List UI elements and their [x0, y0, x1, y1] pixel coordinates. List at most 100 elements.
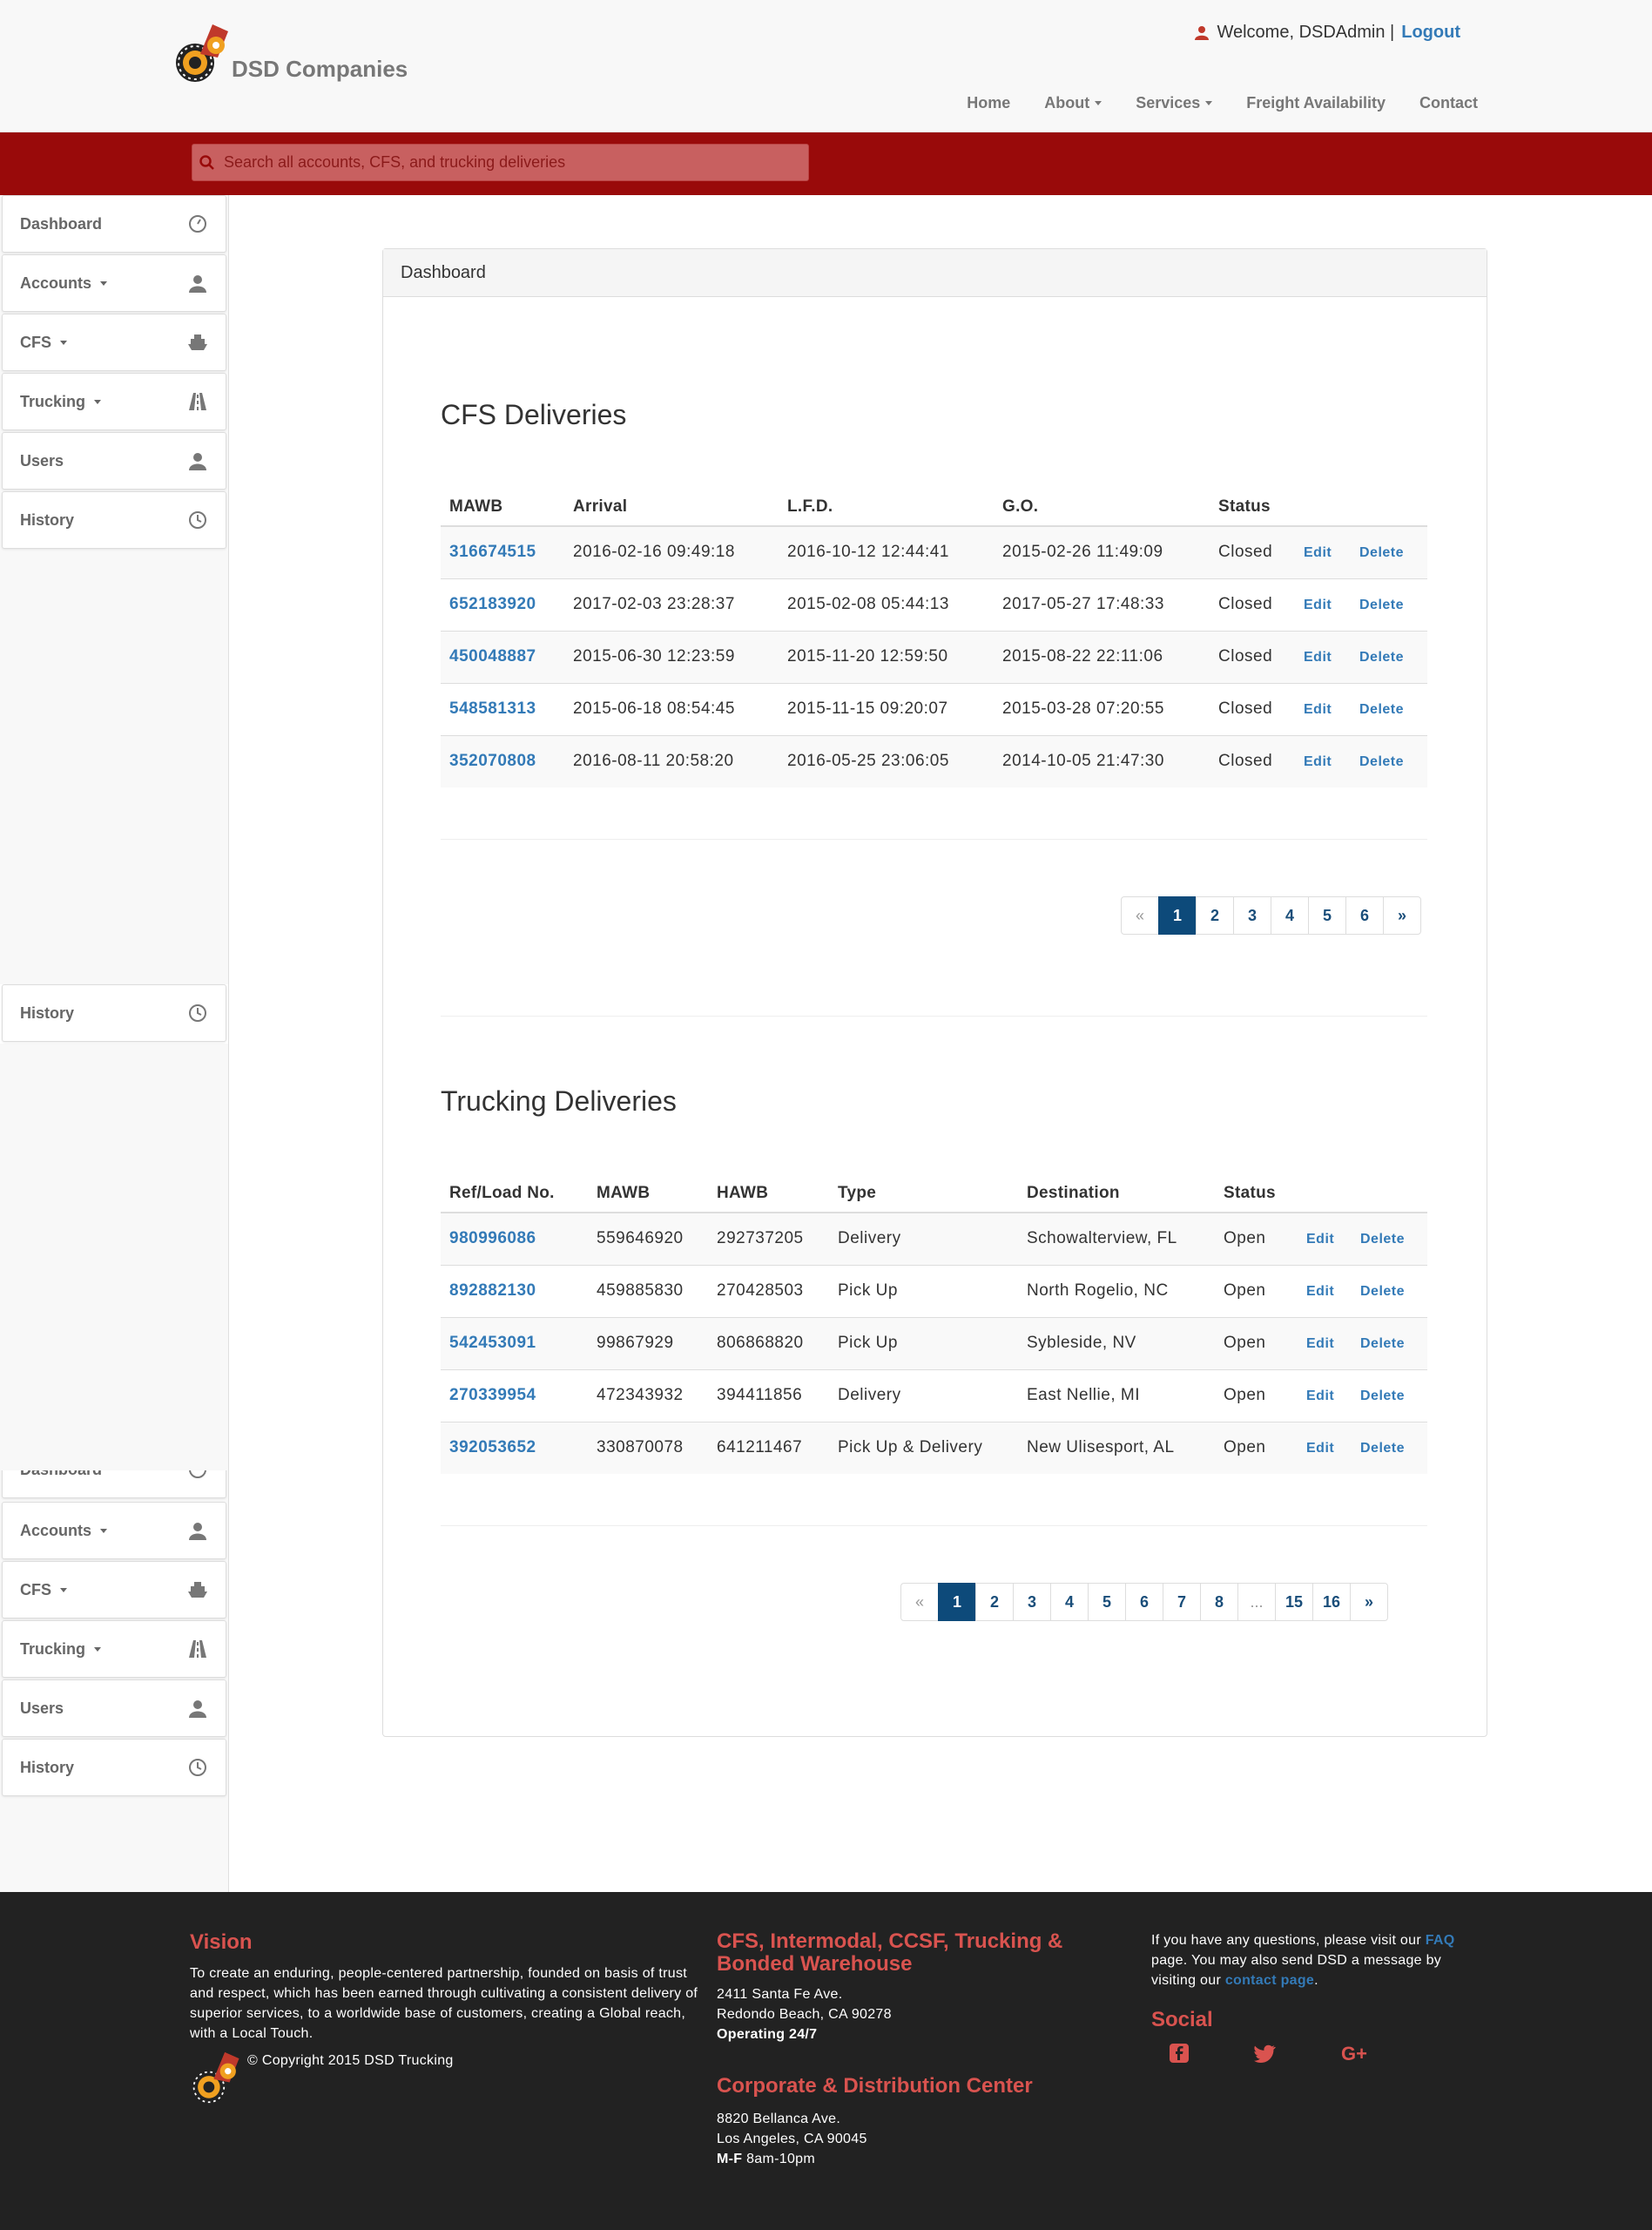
sidebar-item-cfs[interactable]: CFS: [2, 314, 226, 371]
page-button[interactable]: 16: [1312, 1583, 1351, 1621]
sidebar-item-dashboard[interactable]: Dashboard: [2, 1470, 226, 1498]
edit-button[interactable]: Edit: [1306, 1441, 1334, 1456]
page-button[interactable]: 3: [1233, 896, 1271, 935]
edit-button[interactable]: Edit: [1304, 754, 1332, 769]
sidebar-item-dashboard[interactable]: Dashboard: [2, 195, 226, 253]
page-button[interactable]: 2: [975, 1583, 1014, 1621]
cell-lfd: 2015-02-08 05:44:13: [779, 578, 994, 631]
next-page-button[interactable]: »: [1350, 1583, 1388, 1621]
nav-freight-availability[interactable]: Freight Availability: [1246, 94, 1386, 112]
search-box[interactable]: [192, 144, 809, 181]
page-button[interactable]: 7: [1163, 1583, 1201, 1621]
edit-button[interactable]: Edit: [1306, 1232, 1334, 1247]
facebook-icon[interactable]: [1169, 2043, 1190, 2064]
mawb-link[interactable]: 352070808: [449, 752, 536, 770]
nav-about[interactable]: About: [1044, 94, 1102, 112]
edit-button[interactable]: Edit: [1306, 1284, 1334, 1299]
sidebar-item-users[interactable]: Users: [2, 432, 226, 490]
page-button[interactable]: 1: [938, 1583, 976, 1621]
dashboard-panel: Dashboard CFS Deliveries MAWB Arrival L.…: [382, 248, 1487, 1737]
page-button[interactable]: 8: [1200, 1583, 1238, 1621]
col-hawb: HAWB: [708, 1174, 829, 1213]
delete-button[interactable]: Delete: [1359, 545, 1404, 560]
faq-link[interactable]: FAQ: [1426, 1933, 1455, 1948]
page-button[interactable]: 6: [1345, 896, 1384, 935]
page-button[interactable]: 4: [1271, 896, 1309, 935]
nav-contact[interactable]: Contact: [1419, 94, 1478, 112]
page-button[interactable]: 1: [1158, 896, 1197, 935]
delete-button[interactable]: Delete: [1360, 1232, 1405, 1247]
cell-edit: Edit: [1295, 630, 1351, 683]
page-button[interactable]: 6: [1125, 1583, 1163, 1621]
user-icon: [1195, 25, 1210, 40]
copyright: © Copyright 2015 DSD Trucking: [247, 2053, 454, 2068]
page-button[interactable]: 5: [1308, 896, 1346, 935]
cell-go: 2015-03-28 07:20:55: [994, 682, 1210, 735]
next-page-button[interactable]: »: [1383, 896, 1421, 935]
google-plus-icon[interactable]: G+: [1341, 2043, 1372, 2064]
edit-button[interactable]: Edit: [1306, 1389, 1334, 1403]
sidebar-item-accounts[interactable]: Accounts: [2, 254, 226, 312]
cell-delete: Delete: [1351, 525, 1427, 578]
delete-button[interactable]: Delete: [1359, 650, 1404, 665]
prev-page-button[interactable]: «: [900, 1583, 939, 1621]
cell-hawb: 394411856: [708, 1368, 829, 1422]
sidebar-item-cfs[interactable]: CFS: [2, 1561, 226, 1618]
edit-button[interactable]: Edit: [1304, 545, 1332, 560]
sidebar-item-trucking[interactable]: Trucking: [2, 373, 226, 430]
ref-link[interactable]: 542453091: [449, 1334, 536, 1352]
twitter-icon[interactable]: [1254, 2043, 1277, 2064]
edit-button[interactable]: Edit: [1306, 1336, 1334, 1351]
nav-services[interactable]: Services: [1136, 94, 1213, 112]
delete-button[interactable]: Delete: [1360, 1284, 1405, 1299]
sidebar-item-history[interactable]: History: [2, 984, 226, 1042]
cell-status: Open: [1215, 1421, 1298, 1474]
cell-arrival: 2015-06-30 12:23:59: [564, 630, 779, 683]
delete-button[interactable]: Delete: [1360, 1336, 1405, 1351]
mawb-link[interactable]: 548581313: [449, 699, 536, 718]
ref-link[interactable]: 892882130: [449, 1281, 536, 1300]
page-button[interactable]: 4: [1050, 1583, 1089, 1621]
user-icon: [189, 453, 206, 470]
cell-status: Closed: [1210, 630, 1295, 683]
sidebar-item-users[interactable]: Users: [2, 1679, 226, 1737]
search-input[interactable]: [224, 153, 781, 172]
sidebar-item-accounts[interactable]: Accounts: [2, 1502, 226, 1559]
nav-home[interactable]: Home: [967, 94, 1010, 112]
mawb-link[interactable]: 652183920: [449, 595, 536, 613]
social-links: G+: [1151, 2043, 1473, 2064]
cell-edit: Edit: [1295, 682, 1351, 735]
delete-button[interactable]: Delete: [1359, 598, 1404, 612]
mawb-link[interactable]: 450048887: [449, 647, 536, 666]
sidebar-item-history[interactable]: History: [2, 491, 226, 549]
sidebar-item-history[interactable]: History: [2, 1739, 226, 1796]
contact-page-link[interactable]: contact page: [1225, 1973, 1314, 1988]
edit-button[interactable]: Edit: [1304, 650, 1332, 665]
cell-go: 2015-02-26 11:49:09: [994, 525, 1210, 578]
cell-mawb: 472343932: [588, 1368, 708, 1422]
sidebar-menu: Dashboard Accounts CFS Trucking Users Hi…: [0, 195, 228, 551]
dsd-logo-icon[interactable]: [174, 19, 233, 85]
page-button[interactable]: 5: [1088, 1583, 1126, 1621]
sidebar-item-trucking[interactable]: Trucking: [2, 1620, 226, 1678]
mawb-link[interactable]: 316674515: [449, 543, 536, 561]
brand-name[interactable]: DSD Companies: [232, 56, 408, 83]
delete-button[interactable]: Delete: [1359, 702, 1404, 717]
edit-button[interactable]: Edit: [1304, 598, 1332, 612]
cell-delete: Delete: [1351, 734, 1427, 787]
cell-ref: 270339954: [441, 1368, 588, 1422]
delete-button[interactable]: Delete: [1360, 1441, 1405, 1456]
page-button[interactable]: 2: [1196, 896, 1234, 935]
edit-button[interactable]: Edit: [1304, 702, 1332, 717]
cell-type: Pick Up: [829, 1264, 1018, 1317]
delete-button[interactable]: Delete: [1359, 754, 1404, 769]
road-icon: [189, 393, 206, 410]
logout-link[interactable]: Logout: [1401, 23, 1460, 43]
prev-page-button[interactable]: «: [1121, 896, 1159, 935]
delete-button[interactable]: Delete: [1360, 1389, 1405, 1403]
ref-link[interactable]: 392053652: [449, 1438, 536, 1456]
page-button[interactable]: 3: [1013, 1583, 1051, 1621]
ref-link[interactable]: 980996086: [449, 1229, 536, 1247]
ref-link[interactable]: 270339954: [449, 1386, 536, 1404]
page-button[interactable]: 15: [1275, 1583, 1313, 1621]
